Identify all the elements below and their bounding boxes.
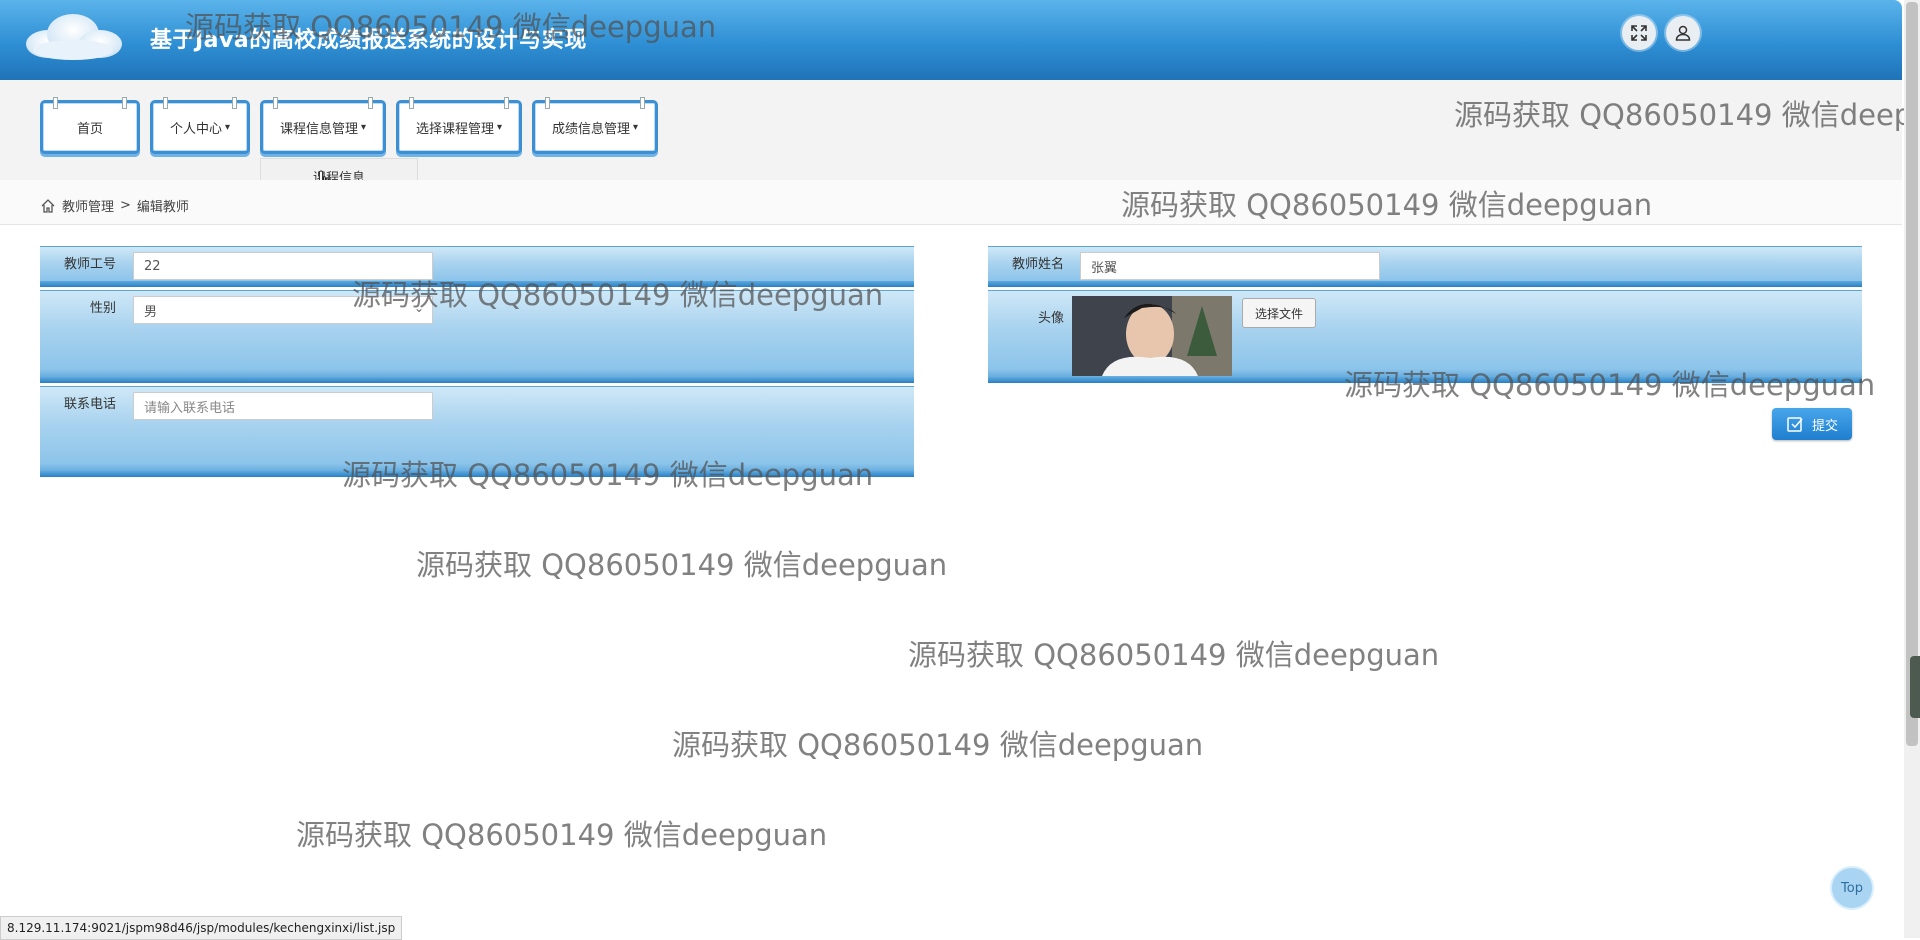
chevron-down-icon: ⌄	[413, 301, 424, 315]
user-button[interactable]	[1666, 16, 1700, 50]
avatar-label: 头像	[1037, 311, 1064, 326]
nav-course-selection[interactable]: 选择课程管理 ▾	[396, 97, 522, 154]
nav-home[interactable]: 首页	[40, 97, 140, 154]
expand-icon	[1631, 25, 1647, 41]
watermark: 源码获取 QQ86050149 微信deepguan	[908, 638, 1440, 672]
side-panel-handle[interactable]	[1910, 656, 1920, 718]
nav-course-info-label: 课程信息管理	[279, 121, 358, 137]
caret-down-icon: ▾	[224, 121, 231, 133]
submit-button[interactable]: 提交	[1772, 408, 1852, 440]
teacher-id-input[interactable]: 22	[133, 252, 433, 280]
scrollbar-thumb[interactable]	[1906, 2, 1918, 746]
user-icon	[1675, 25, 1691, 41]
nav-personal-center[interactable]: 个人中心 ▾	[150, 97, 250, 154]
breadcrumb-bar	[0, 180, 1902, 225]
watermark: 源码获取 QQ86050149 微信deepguan	[416, 548, 948, 582]
watermark: 源码获取 QQ86050149 微信deepguan	[296, 818, 828, 852]
cloud-logo-icon	[26, 14, 122, 60]
breadcrumb: 教师管理 > 编辑教师	[40, 196, 189, 215]
teacher-name-label: 教师姓名	[1011, 257, 1064, 272]
breadcrumb-section[interactable]: 教师管理	[62, 196, 114, 215]
teacher-name-input[interactable]: 张翼	[1080, 252, 1380, 280]
gender-label: 性别	[89, 301, 116, 316]
submit-label: 提交	[1811, 418, 1838, 434]
avatar-image	[1072, 296, 1232, 376]
breadcrumb-separator: >	[120, 198, 131, 213]
back-to-top-button[interactable]: Top	[1830, 866, 1874, 910]
status-bar-url: 8.129.11.174:9021/jspm98d46/jsp/modules/…	[0, 916, 403, 940]
phone-input[interactable]: 请输入联系电话	[133, 392, 433, 420]
nav-grade-info-label: 成绩信息管理	[551, 121, 630, 137]
caret-down-icon: ▾	[360, 121, 367, 133]
breadcrumb-current: 编辑教师	[136, 200, 189, 215]
edit-check-icon	[1787, 417, 1803, 432]
fullscreen-button[interactable]	[1622, 16, 1656, 50]
phone-label: 联系电话	[63, 397, 116, 412]
caret-down-icon: ▾	[632, 121, 639, 133]
gender-select[interactable]: 男 ⌄	[133, 296, 433, 324]
home-icon[interactable]	[40, 198, 56, 214]
teacher-id-label: 教师工号	[63, 257, 116, 272]
caret-down-icon: ▾	[496, 121, 503, 133]
nav-course-selection-label: 选择课程管理	[415, 121, 494, 137]
nav-personal-center-label: 个人中心	[169, 121, 222, 137]
choose-file-button[interactable]: 选择文件	[1242, 298, 1316, 328]
nav-home-label: 首页	[76, 121, 103, 137]
top-header: 基于Java的高校成绩报送系统的设计与实现	[0, 0, 1902, 80]
nav-course-info[interactable]: 课程信息管理 ▾	[260, 97, 386, 154]
gender-select-value: 男	[144, 304, 158, 320]
watermark: 源码获取 QQ86050149 微信deepguan	[672, 728, 1204, 762]
nav-grade-info[interactable]: 成绩信息管理 ▾	[532, 97, 658, 154]
app-title: 基于Java的高校成绩报送系统的设计与实现	[150, 28, 587, 53]
